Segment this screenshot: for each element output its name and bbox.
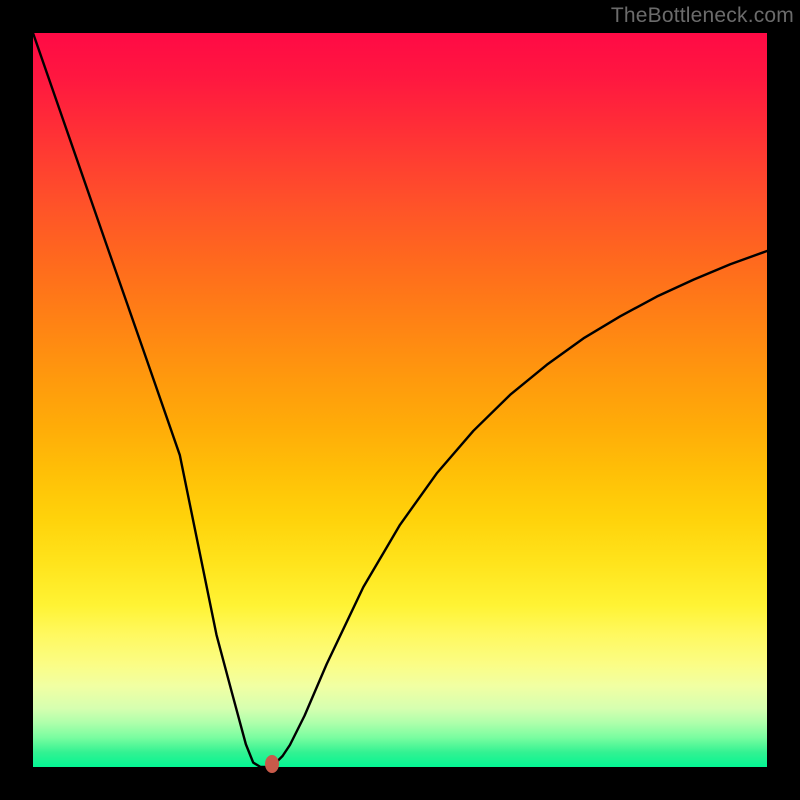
watermark-text: TheBottleneck.com — [611, 4, 794, 28]
chart-marker — [265, 755, 279, 773]
chart-frame: TheBottleneck.com — [0, 0, 800, 800]
chart-background — [33, 33, 767, 767]
